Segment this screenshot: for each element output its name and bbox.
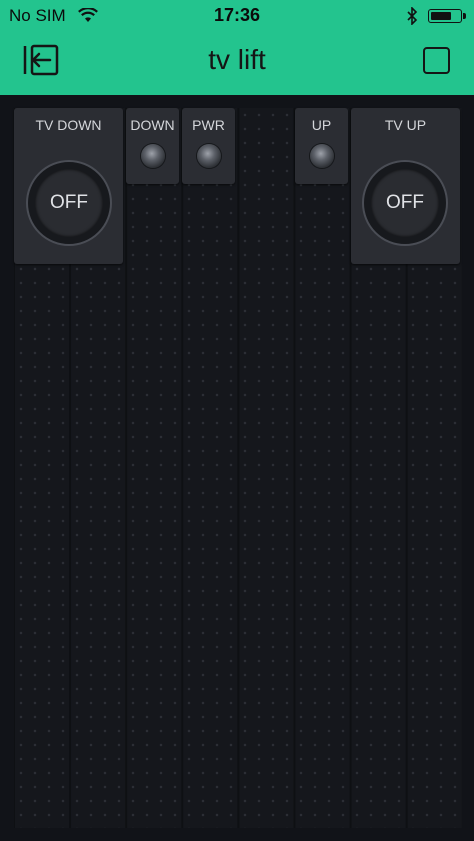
tv-down-switch[interactable]: OFF — [26, 160, 112, 246]
clock: 17:36 — [213, 5, 261, 25]
tv-down-widget: TV DOWN OFF — [14, 108, 123, 264]
play-stop-icon[interactable] — [423, 47, 450, 74]
tv-up-switch[interactable]: OFF — [362, 160, 448, 246]
status-bar: No SIM 17:36 — [0, 0, 474, 32]
battery-icon — [428, 9, 466, 23]
bluetooth-icon — [407, 7, 418, 25]
tv-down-label: TV DOWN — [35, 117, 102, 133]
pwr-led-widget: PWR — [182, 108, 235, 184]
up-led-widget: UP — [295, 108, 348, 184]
pwr-label: PWR — [192, 117, 225, 133]
down-label: DOWN — [130, 117, 175, 133]
up-led — [310, 144, 334, 168]
down-led-widget: DOWN — [126, 108, 179, 184]
tv-up-state: OFF — [371, 169, 439, 237]
tv-up-widget: TV UP OFF — [351, 108, 460, 264]
up-label: UP — [311, 117, 332, 133]
app-header: No SIM 17:36 tv lift — [0, 0, 474, 95]
pwr-led — [197, 144, 221, 168]
page-title: tv lift — [208, 44, 266, 75]
tv-down-state: OFF — [35, 169, 103, 237]
tv-up-label: TV UP — [384, 117, 427, 133]
down-led — [141, 144, 165, 168]
